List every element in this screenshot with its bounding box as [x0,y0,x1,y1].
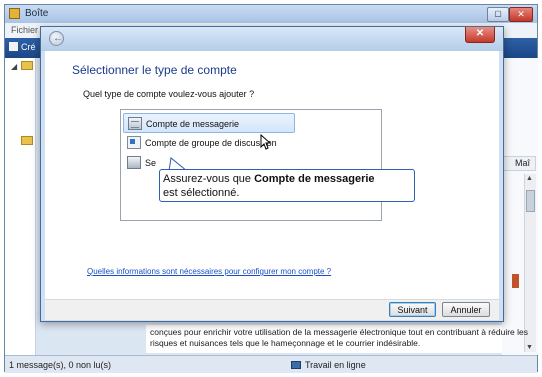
back-button[interactable]: ← [49,31,64,46]
account-type-email[interactable]: Compte de messagerie [123,113,295,133]
mail-app-titlebar: Boîte ▢ ✕ [5,5,537,23]
preview-text-line: risques et nuisances tels que le hameçon… [150,338,421,348]
column-header[interactable]: Maî [502,156,536,171]
cancel-button[interactable]: Annuler [442,302,490,317]
status-online: Travail en ligne [291,360,366,370]
callout-line: Assurez-vous que Compte de messagerie [163,172,414,186]
app-close-button[interactable]: ✕ [509,7,533,22]
scroll-up-icon[interactable]: ▲ [526,175,533,182]
scroll-down-icon[interactable]: ▼ [526,344,533,351]
dialog-titlebar: ← ✕ [41,27,503,51]
help-link[interactable]: Quelles informations sont nécessaires po… [87,267,331,276]
next-button[interactable]: Suivant [389,302,436,317]
mail-icon [128,117,142,130]
new-message-icon [9,42,18,51]
status-bar: 1 message(s), 0 non lu(s) Travail en lig… [5,355,537,373]
dialog-close-button[interactable]: ✕ [465,27,495,43]
callout-prefix: Assurez-vous que [163,173,255,185]
mouse-cursor-icon [260,134,270,150]
flag-marker [512,274,519,288]
network-icon [291,361,301,369]
account-type-label: Compte de groupe de discussion [145,138,277,148]
scrollbar[interactable]: ▲ ▼ [524,174,536,352]
mail-app-title: Boîte [25,8,49,19]
status-online-label: Travail en ligne [305,360,366,370]
dialog-footer: Suivant Annuler [45,299,499,320]
callout-bold: Compte de messagerie [254,173,375,185]
dialog-body: Sélectionner le type de compte Quel type… [45,51,499,299]
add-account-dialog: ← ✕ Sélectionner le type de compte Quel … [40,26,504,322]
menu-fichier[interactable]: Fichier [11,25,38,35]
folder-icon[interactable] [21,61,33,70]
back-arrow-icon: ← [53,33,63,44]
tree-expand-icon[interactable]: ◢ [11,62,17,71]
instruction-callout: Assurez-vous que Compte de messagerie es… [159,169,415,202]
account-type-question: Quel type de compte voulez-vous ajouter … [83,89,255,99]
preview-pane: conçues pour enrichir votre utilisation … [146,325,528,353]
folder-tree: ◢ [5,58,36,355]
page-title: Sélectionner le type de compte [72,63,237,77]
status-message-count: 1 message(s), 0 non lu(s) [9,360,112,370]
callout-line: est sélectionné. [163,187,240,199]
account-type-label: Compte de messagerie [146,119,240,129]
preview-text-line: conçues pour enrichir votre utilisation … [150,327,528,337]
screen: Boîte ▢ ✕ Fichier Cré ◢ Maî ▲ ▼ conçues … [0,0,542,377]
scroll-thumb[interactable] [526,190,535,212]
folder-icon[interactable] [21,136,33,145]
directory-icon [127,156,141,169]
message-list-pane: Maî ▲ ▼ [502,58,538,355]
new-message-button[interactable]: Cré [9,42,36,55]
new-message-label: Cré [21,42,36,52]
mail-app-icon [9,8,20,19]
account-type-label: Se [145,158,157,168]
account-type-list[interactable]: Compte de messagerie Compte de groupe de… [120,109,382,221]
newsgroup-icon [127,136,141,149]
maximize-button[interactable]: ▢ [487,7,509,22]
